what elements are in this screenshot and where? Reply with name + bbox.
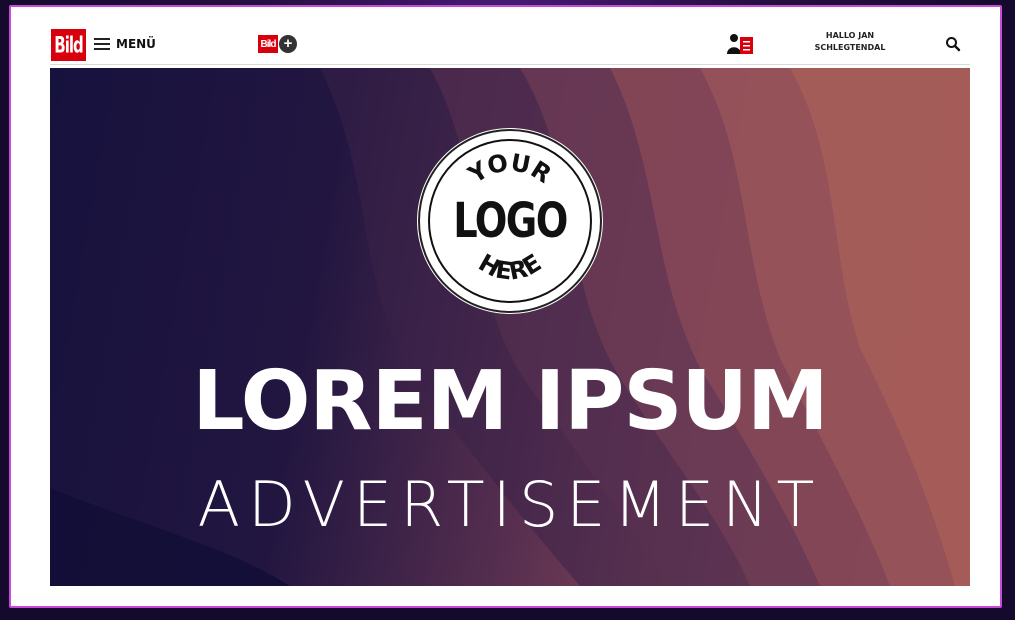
logo-bottom-text: HERE bbox=[474, 248, 547, 285]
account-icon[interactable] bbox=[727, 32, 755, 56]
menu-label: MENÜ bbox=[116, 37, 156, 51]
search-icon[interactable] bbox=[945, 36, 961, 52]
bildplus-link[interactable]: Bild + bbox=[258, 33, 297, 55]
ad-headline: LOREM IPSUM bbox=[192, 354, 828, 449]
logo-main-text: LOGO bbox=[453, 193, 568, 249]
logo-top-text: YOUR bbox=[463, 148, 557, 189]
top-navigation: Bild MENÜ Bild + HALLO JAN SCHLEGTENDAL bbox=[50, 24, 970, 65]
bild-logo-text: Bild bbox=[54, 31, 83, 59]
greeting-line-2: SCHLEGTENDAL bbox=[814, 43, 886, 52]
advertisement-banner[interactable]: YOUR HERE LOGO LOREM IPSUM ADVERTISEMENT bbox=[50, 68, 970, 586]
plus-icon: + bbox=[279, 35, 297, 53]
ad-subline: ADVERTISEMENT bbox=[197, 468, 823, 541]
bildplus-logo: Bild bbox=[258, 35, 278, 53]
logo-placeholder: YOUR HERE LOGO bbox=[422, 133, 598, 309]
hamburger-icon bbox=[94, 38, 110, 50]
user-greeting[interactable]: HALLO JAN SCHLEGTENDAL bbox=[805, 30, 895, 54]
greeting-line-1: HALLO JAN bbox=[825, 31, 875, 40]
menu-button[interactable]: MENÜ bbox=[94, 34, 156, 54]
bild-logo[interactable]: Bild bbox=[51, 29, 86, 61]
